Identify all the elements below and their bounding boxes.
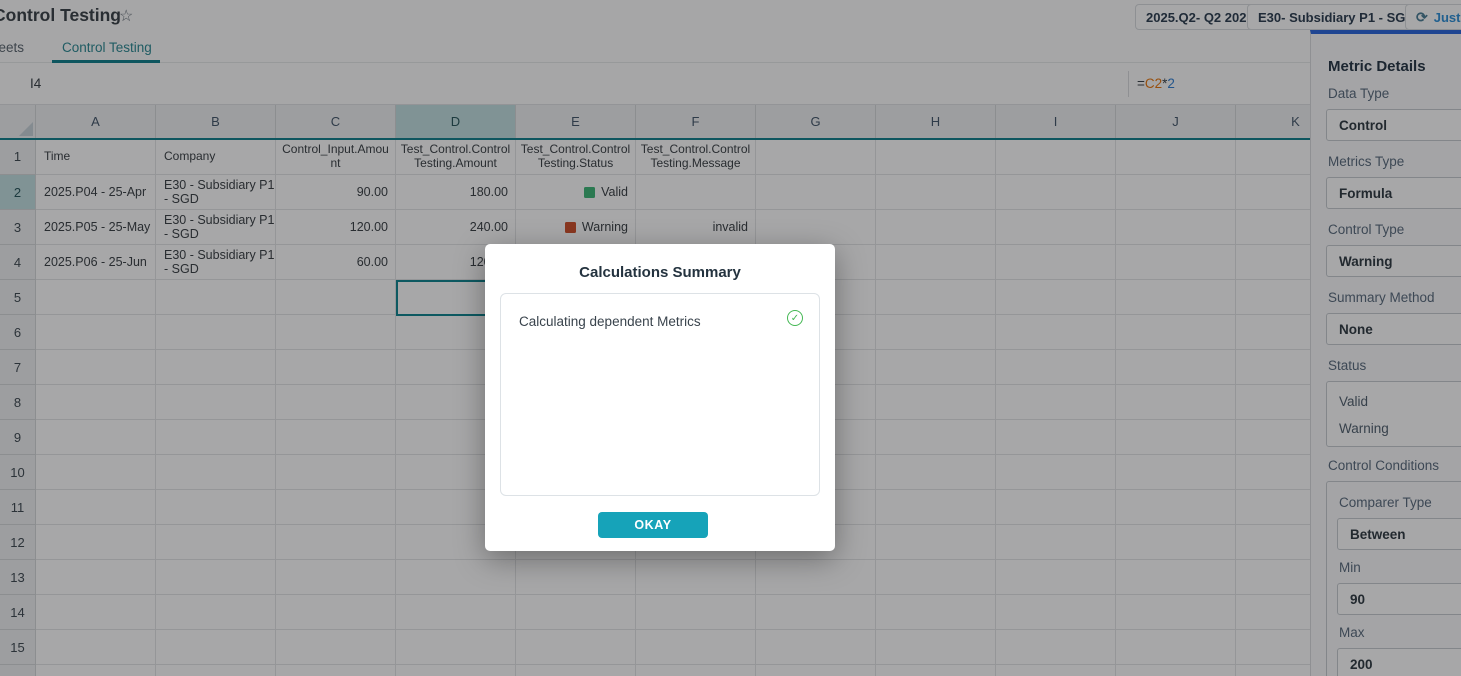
- calculation-task-list: Calculating dependent Metrics ✓: [500, 293, 820, 496]
- check-circle-icon: ✓: [787, 310, 803, 326]
- okay-button[interactable]: OKAY: [598, 512, 708, 538]
- task-label: Calculating dependent Metrics: [519, 314, 701, 329]
- modal-title: Calculations Summary: [485, 264, 835, 281]
- app-window: Control Testing ☆ 2025.Q2- Q2 2025 E30- …: [0, 0, 1461, 676]
- calculations-summary-modal: Calculations Summary Calculating depende…: [485, 244, 835, 551]
